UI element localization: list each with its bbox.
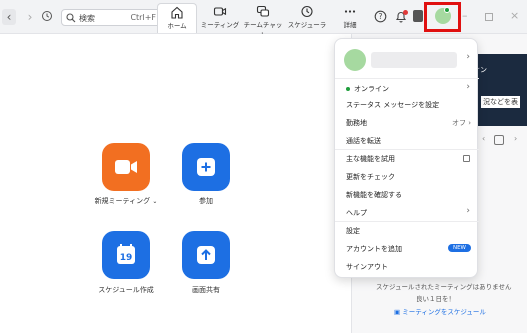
profile-header[interactable]: › <box>335 39 479 79</box>
schedule-button[interactable]: 19 <box>102 231 150 279</box>
tab-home[interactable]: ホーム <box>157 3 197 33</box>
check-updates-label: 更新をチェック <box>346 173 395 181</box>
more-icon <box>344 10 356 13</box>
profile-menu: › オンライン › ステータス メッセージを設定 勤務地 オフ › 通話を転送 … <box>334 38 479 278</box>
menu-item-settings[interactable]: 設定 <box>335 223 479 238</box>
video-icon <box>213 7 227 16</box>
have-a-nice-day-text: 良い１日を！ <box>416 295 455 303</box>
set-status-label: ステータス メッセージを設定 <box>346 101 440 109</box>
help-label: ヘルプ <box>346 209 367 217</box>
calendar-date: 19 <box>120 253 133 263</box>
chevron-down-icon[interactable]: ⌄ <box>152 198 157 205</box>
tab-label: 詳細 <box>343 21 357 29</box>
schedule-meeting-link[interactable]: ▣ ミーティングをスケジュール <box>394 306 486 316</box>
search-shortcut: Ctrl+F <box>130 13 156 22</box>
new-features-label: 新機能を確認する <box>346 191 402 199</box>
menu-item-sign-out[interactable]: サインアウト <box>335 259 479 274</box>
add-account-label: アカウントを追加 <box>346 245 402 253</box>
notification-dot <box>403 10 408 15</box>
work-location-label: 勤務地 <box>346 119 367 127</box>
app-icon[interactable] <box>413 10 423 22</box>
settings-label: 設定 <box>346 227 360 235</box>
join-button[interactable] <box>182 143 230 191</box>
plus-icon <box>197 158 215 176</box>
svg-text:?: ? <box>379 12 383 21</box>
new-meeting-label: 新規ミーティング ⌄ <box>86 196 166 206</box>
profile-name-redacted <box>371 52 457 68</box>
share-screen-icon <box>197 246 215 264</box>
share-screen-button[interactable] <box>182 231 230 279</box>
chevron-right-icon: › <box>466 52 470 62</box>
menu-item-set-status[interactable]: ステータス メッセージを設定 <box>335 97 479 112</box>
chevron-right-icon: › <box>466 82 470 92</box>
sign-out-label: サインアウト <box>346 263 388 271</box>
search-input[interactable]: 検索 Ctrl+F <box>61 9 162 26</box>
menu-divider <box>335 149 479 150</box>
tab-scheduler[interactable]: スケジューラー <box>286 3 328 39</box>
schedule-meeting-link-text[interactable]: ミーティングをスケジュール <box>402 308 486 316</box>
close-button[interactable]: × <box>510 9 519 22</box>
schedule-label: スケジュール作成 <box>98 286 154 294</box>
top-toolbar: ‹ › 検索 Ctrl+F ホーム ミーティング チームチャット スケジューラー… <box>0 0 527 39</box>
menu-item-add-account[interactable]: アカウントを追加 NEW <box>335 241 479 256</box>
menu-item-work-location[interactable]: 勤務地 オフ › <box>335 115 479 130</box>
join-label: 参加 <box>199 197 213 205</box>
new-meeting-button[interactable] <box>102 143 150 191</box>
status-label: オンライン <box>354 85 389 93</box>
history-icon[interactable] <box>40 10 54 24</box>
tab-meetings[interactable]: ミーティング <box>200 3 240 33</box>
try-features-label: 主な機能を試用 <box>346 155 395 163</box>
chevron-left-icon[interactable]: ‹ <box>482 134 485 143</box>
menu-item-check-updates[interactable]: 更新をチェック <box>335 169 479 184</box>
menu-divider <box>335 221 479 222</box>
work-location-value-text: オフ <box>451 119 466 127</box>
tab-label: ホーム <box>167 22 187 30</box>
panel-partial-text: 況などを表 <box>481 96 520 108</box>
calendar-icon: 19 <box>117 244 135 264</box>
no-meetings-text: スケジュールされたミーティングはありません <box>376 283 512 291</box>
tab-label: ミーティング <box>200 21 240 29</box>
search-placeholder: 検索 <box>79 14 95 23</box>
calendar-small-icon[interactable] <box>494 135 504 145</box>
chevron-right-icon: › <box>466 206 470 216</box>
external-link-icon <box>463 155 470 162</box>
profile-avatar-button[interactable] <box>424 2 461 32</box>
maximize-button[interactable] <box>485 13 493 21</box>
menu-item-status[interactable]: オンライン › <box>335 81 479 96</box>
menu-item-try-features[interactable]: 主な機能を試用 <box>335 151 479 166</box>
work-location-value: オフ › <box>451 119 471 127</box>
new-badge: NEW <box>447 244 471 252</box>
tab-more[interactable]: 詳細 <box>333 3 367 33</box>
back-arrow-icon[interactable]: ‹ <box>2 9 16 25</box>
calendar-link-icon: ▣ <box>394 308 403 316</box>
online-status-dot <box>444 7 450 13</box>
forward-arrow-icon[interactable]: › <box>23 9 37 25</box>
clock-icon <box>301 5 313 18</box>
video-camera-icon <box>115 160 137 174</box>
online-status-dot <box>346 87 350 91</box>
help-icon[interactable]: ? <box>374 10 387 23</box>
menu-item-call-forward[interactable]: 通話を転送 <box>335 133 479 148</box>
search-icon <box>66 13 76 23</box>
new-meeting-text: 新規ミーティング <box>94 197 151 205</box>
home-icon <box>171 6 183 19</box>
menu-item-new-features[interactable]: 新機能を確認する <box>335 187 479 202</box>
avatar <box>344 49 366 71</box>
call-forward-label: 通話を転送 <box>346 137 381 145</box>
tab-team-chat[interactable]: チームチャット <box>242 3 284 39</box>
chevron-right-icon[interactable]: › <box>514 134 517 143</box>
menu-item-help[interactable]: ヘルプ › <box>335 205 479 220</box>
share-screen-label: 画面共有 <box>192 286 220 294</box>
minimize-button[interactable]: – <box>462 9 468 22</box>
chat-icon <box>256 5 270 17</box>
